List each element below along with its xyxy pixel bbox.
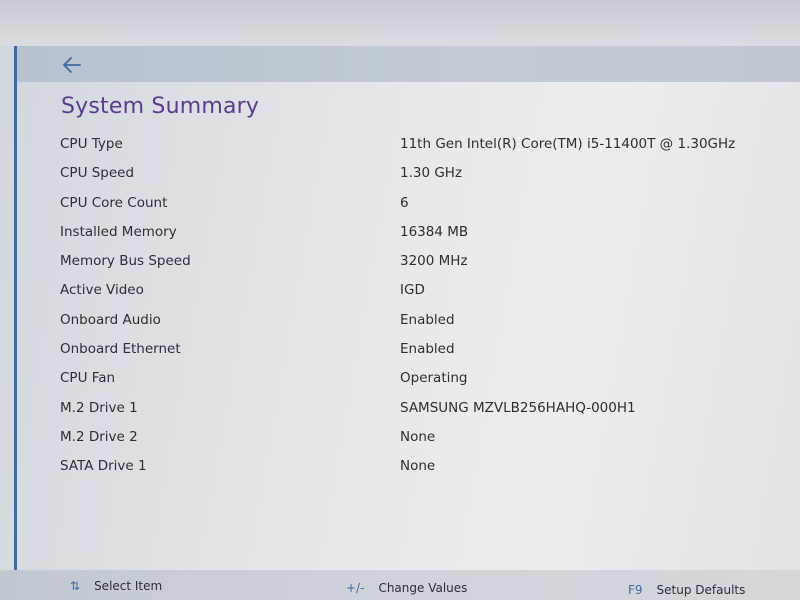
- row-label: CPU Type: [60, 136, 123, 152]
- row-label: Installed Memory: [60, 223, 177, 240]
- back-button[interactable]: [58, 53, 84, 77]
- summary-row-cpu-core-count: CPU Core Count 6: [17, 190, 800, 219]
- header-bar: [17, 46, 800, 82]
- key-help-footer: ⇅ Select Item +/- Change Values F9 Setup De…: [0, 570, 800, 600]
- summary-row-m2-drive-2: M.2 Drive 2 None: [17, 424, 800, 453]
- row-value: None: [400, 428, 436, 445]
- row-label: Active Video: [60, 282, 144, 299]
- row-value: Enabled: [400, 341, 455, 358]
- summary-row-sata-drive-1: SATA Drive 1 None: [17, 453, 800, 482]
- up-down-arrows-icon: ⇅: [70, 579, 81, 593]
- f9-key: F9: [628, 583, 643, 597]
- footer-setup-defaults: F9 Setup Defaults: [628, 583, 745, 597]
- page-title: System Summary: [61, 94, 260, 119]
- row-label: SATA Drive 1: [60, 458, 147, 475]
- row-label: Onboard Ethernet: [60, 341, 181, 358]
- row-label: M.2 Drive 1: [60, 399, 138, 416]
- row-value: 1.30 GHz: [400, 165, 463, 182]
- summary-row-active-video: Active Video IGD: [17, 277, 800, 306]
- row-value: IGD: [400, 282, 425, 299]
- summary-row-memory-bus-speed: Memory Bus Speed 3200 MHz: [17, 248, 800, 277]
- summary-row-cpu-type: CPU Type 11th Gen Intel(R) Core(TM) i5-1…: [17, 131, 800, 160]
- row-value: 11th Gen Intel(R) Core(TM) i5-11400T @ 1…: [400, 136, 736, 152]
- row-label: Memory Bus Speed: [60, 253, 191, 270]
- arrow-left-icon: [63, 57, 81, 73]
- top-bezel: [0, 0, 800, 46]
- row-value: 3200 MHz: [400, 253, 468, 270]
- row-value: 16384 MB: [400, 223, 469, 240]
- plus-minus-key: +/-: [346, 581, 365, 595]
- summary-row-onboard-audio: Onboard Audio Enabled: [17, 307, 800, 336]
- row-value: Enabled: [400, 311, 455, 328]
- footer-label: Change Values: [378, 581, 468, 595]
- summary-panel: System Summary CPU Type 11th Gen Intel(R…: [17, 82, 800, 570]
- footer-select-item: ⇅ Select Item: [70, 579, 162, 593]
- row-value: 6: [400, 194, 409, 211]
- summary-row-m2-drive-1: M.2 Drive 1 SAMSUNG MZVLB256HAHQ-000H1: [17, 395, 800, 424]
- row-value: Operating: [400, 370, 468, 387]
- row-label: CPU Core Count: [60, 194, 168, 211]
- summary-list: CPU Type 11th Gen Intel(R) Core(TM) i5-1…: [17, 131, 800, 483]
- row-value: SAMSUNG MZVLB256HAHQ-000H1: [400, 399, 636, 416]
- footer-label: Select Item: [94, 579, 163, 593]
- summary-row-onboard-ethernet: Onboard Ethernet Enabled: [17, 336, 800, 365]
- footer-label: Setup Defaults: [656, 583, 746, 597]
- row-label: CPU Fan: [60, 370, 116, 387]
- footer-change-values: +/- Change Values: [346, 581, 467, 595]
- summary-row-installed-memory: Installed Memory 16384 MB: [17, 219, 800, 248]
- summary-row-cpu-speed: CPU Speed 1.30 GHz: [17, 160, 800, 189]
- summary-row-cpu-fan: CPU Fan Operating: [17, 365, 800, 394]
- row-label: M.2 Drive 2: [60, 428, 138, 445]
- row-label: Onboard Audio: [60, 311, 161, 328]
- row-label: CPU Speed: [60, 165, 135, 182]
- bios-screen: System Summary CPU Type 11th Gen Intel(R…: [0, 0, 800, 600]
- row-value: None: [400, 458, 436, 475]
